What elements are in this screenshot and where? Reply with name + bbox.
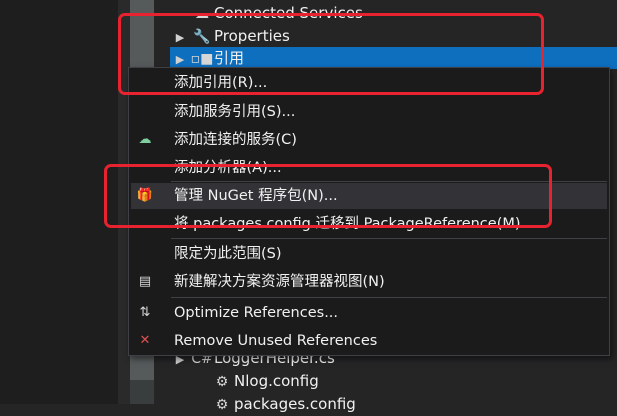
menu-item-remove-unused-references[interactable]: ✕ Remove Unused References — [131, 328, 607, 354]
tree-item-nlog-config[interactable]: ⚙ Nlog.config — [210, 370, 319, 392]
remove-references-icon: ✕ — [139, 333, 151, 348]
menu-separator — [171, 238, 607, 239]
menu-item-label: 新建解决方案资源管理器视图(N) — [174, 274, 385, 290]
annotation-box-nuget — [104, 164, 552, 228]
optimize-icon: ⇅ — [139, 305, 151, 320]
tree-item-label: packages.config — [234, 395, 356, 413]
config-file-icon: ⚙ — [215, 374, 229, 390]
left-panel — [0, 0, 118, 404]
menu-item-add-connected-service[interactable]: ☁ 添加连接的服务(C) — [131, 127, 607, 153]
menu-item-optimize-references[interactable]: ⇅ Optimize References... — [131, 300, 607, 326]
menu-item-label: 限定为此范围(S) — [174, 246, 282, 262]
menu-item-scope-to-this[interactable]: 限定为此范围(S) — [131, 241, 607, 267]
connected-service-icon: ☁ — [138, 132, 152, 147]
tree-item-packages-config[interactable]: ⚙ packages.config — [210, 393, 356, 415]
menu-item-label: 添加连接的服务(C) — [174, 132, 297, 148]
menu-item-add-service-reference[interactable]: 添加服务引用(S)... — [131, 99, 607, 125]
menu-item-new-explorer-view[interactable]: ▤ 新建解决方案资源管理器视图(N) — [131, 269, 607, 295]
tree-item-label: Nlog.config — [234, 372, 319, 390]
menu-item-label: Remove Unused References — [174, 333, 378, 349]
menu-separator — [171, 297, 607, 298]
new-view-icon: ▤ — [138, 274, 152, 289]
menu-item-label: Optimize References... — [174, 305, 339, 321]
config-file-icon: ⚙ — [215, 397, 229, 413]
annotation-box-references — [118, 13, 544, 95]
menu-item-label: 添加服务引用(S)... — [174, 104, 296, 120]
